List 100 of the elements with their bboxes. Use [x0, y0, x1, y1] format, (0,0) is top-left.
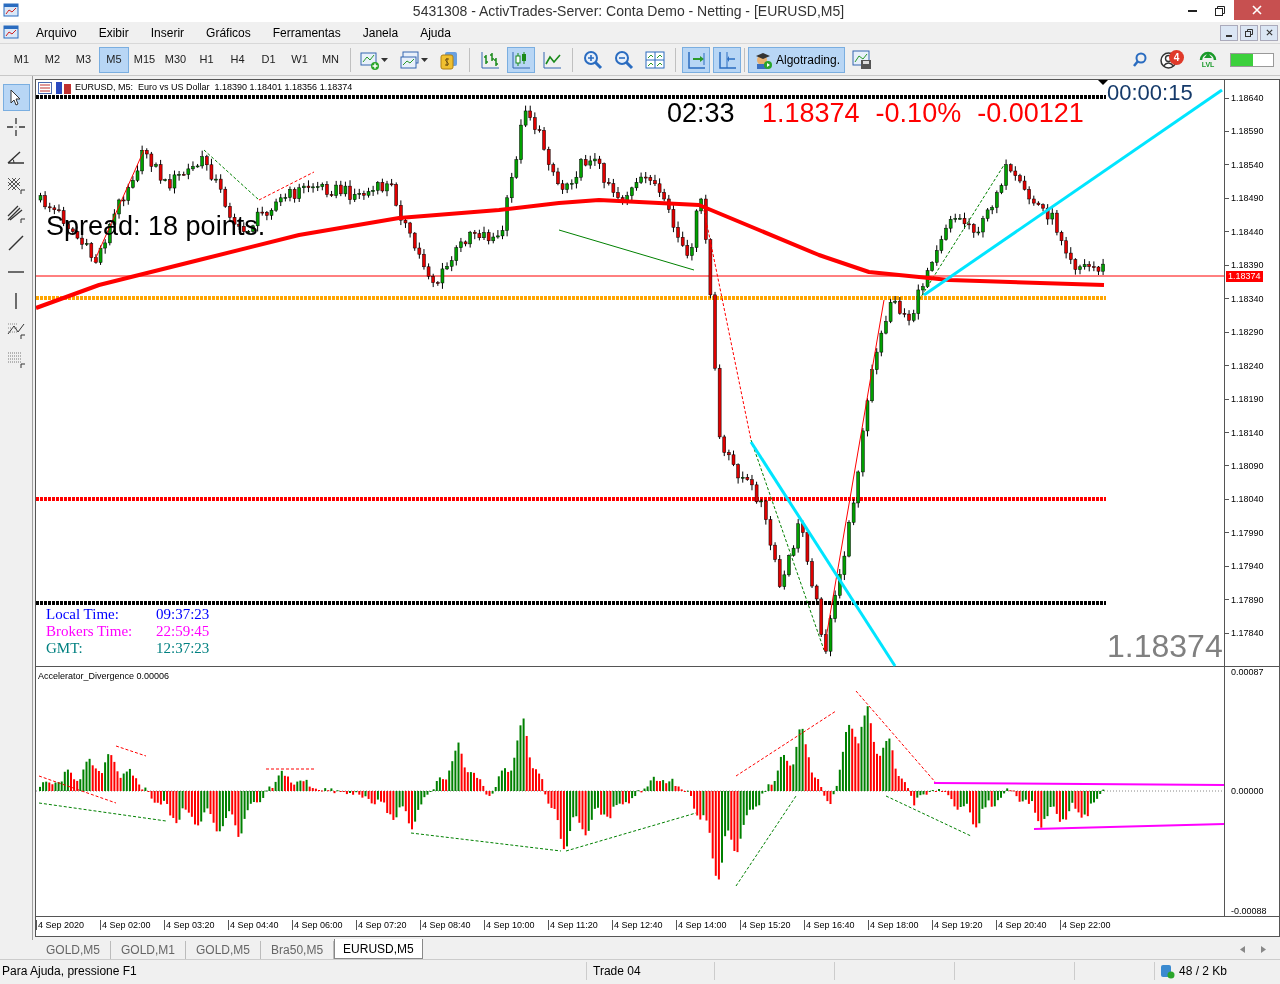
- price-axis-label: 1.17940: [1231, 561, 1264, 572]
- candle-countdown-text: 02:33: [667, 98, 735, 128]
- menu-item[interactable]: Ajuda: [409, 23, 462, 42]
- timer-text: 00:00:15: [1107, 81, 1193, 105]
- connection-meter: [1230, 52, 1274, 67]
- timeframe-button[interactable]: MN: [315, 46, 346, 73]
- chart-shift-button[interactable]: [713, 46, 741, 73]
- price-axis-label: 1.18090: [1231, 460, 1264, 471]
- timeframe-button[interactable]: M3: [68, 46, 99, 73]
- autoscroll-icon: [686, 49, 706, 70]
- menu-item[interactable]: Janela: [351, 23, 410, 42]
- chart-tab[interactable]: GOLD,M1: [111, 941, 187, 959]
- chart-save-icon: [852, 49, 873, 70]
- timeframe-button[interactable]: H4: [222, 46, 253, 73]
- time-axis-label: 4 Sep 10:00: [484, 920, 535, 930]
- dropdown-caret-icon: [421, 57, 428, 62]
- shift-marker-icon: [1098, 80, 1108, 85]
- search-icon[interactable]: [1132, 51, 1148, 68]
- clock-value: 12:37:23: [156, 640, 210, 657]
- time-axis-label: 4 Sep 07:20: [356, 920, 407, 930]
- bar-chart-icon: [480, 49, 500, 70]
- menu-item[interactable]: Gráficos: [195, 23, 262, 42]
- minimize-icon: [1226, 34, 1232, 37]
- time-axis-label: 4 Sep 04:40: [228, 920, 279, 930]
- menu-item[interactable]: Inserir: [139, 23, 196, 42]
- restore-chart-button[interactable]: [1240, 24, 1258, 41]
- minimize-chart-button[interactable]: [1220, 24, 1238, 41]
- time-axis-label: 4 Sep 16:40: [804, 920, 855, 930]
- price-axis-label: 1.18240: [1231, 360, 1264, 371]
- price-axis-label: 1.18590: [1231, 126, 1264, 137]
- indicator-title: Accelerator_Divergence 0.00006: [38, 670, 170, 683]
- timeframe-button[interactable]: H1: [191, 46, 222, 73]
- close-chart-button[interactable]: [1260, 24, 1278, 41]
- current-price-label: 1.18374: [1226, 271, 1263, 282]
- timeframe-button[interactable]: D1: [253, 46, 284, 73]
- timeframe-button[interactable]: W1: [284, 46, 315, 73]
- price-change-value: 1.18374: [762, 98, 860, 128]
- time-axis-label: 4 Sep 18:00: [868, 920, 919, 930]
- menu-item[interactable]: Exibir: [87, 23, 140, 42]
- clock-label: Brokers Time:: [46, 623, 134, 640]
- crosshair-icon: [6, 116, 26, 137]
- close-icon: [1265, 29, 1273, 36]
- price-change-value: -0.00121: [977, 98, 1084, 128]
- time-axis-label: 4 Sep 15:20: [740, 920, 791, 930]
- traffic-counter: 48 / 2 Kb: [1179, 963, 1228, 980]
- price-axis-label: 1.18490: [1231, 193, 1264, 204]
- close-icon: [1252, 5, 1262, 15]
- price-axis-label: 1.18390: [1231, 260, 1264, 271]
- indicator-axis-label: 0.00000: [1231, 786, 1264, 796]
- menu-item[interactable]: Arquivo: [25, 23, 88, 42]
- tile-windows-icon: [645, 49, 665, 70]
- timeframe-button[interactable]: M15: [129, 46, 160, 73]
- cursor-tool-button[interactable]: [2, 84, 30, 111]
- scroll-right-icon[interactable]: [1261, 946, 1266, 953]
- line-chart-icon: [542, 49, 562, 70]
- chart-window-icon: [3, 24, 19, 41]
- chart-tab[interactable]: GOLD,M5: [36, 941, 111, 959]
- trade-levels-icon: [56, 81, 71, 94]
- price-axis-label: 1.18640: [1231, 93, 1264, 103]
- clock-label: Local Time:: [46, 606, 120, 623]
- timeframe-button[interactable]: M2: [37, 46, 68, 73]
- chart-tab[interactable]: EURUSD,M5: [334, 939, 423, 959]
- zoom-in-icon: [583, 49, 603, 70]
- window-title: 5431308 - ActivTrades-Server: Conta Demo - Netting - [EURUSD,M5]: [412, 1, 845, 21]
- price-axis-label: 1.17840: [1231, 628, 1264, 639]
- chart-header-text: EURUSD, M5: Euro vs US Dollar 1.18390 1.18401 1.18356 1.18374: [75, 81, 353, 94]
- chart-shift-icon: [717, 49, 737, 70]
- database-icon: [1159, 963, 1175, 979]
- timeframe-button[interactable]: M5: [99, 46, 129, 73]
- scroll-left-icon[interactable]: [1240, 946, 1245, 953]
- horizontal-line-icon: [8, 270, 24, 273]
- candlestick-icon: [511, 49, 531, 70]
- app-icon: [3, 3, 19, 19]
- zoom-out-icon: [614, 49, 634, 70]
- time-axis-label: 4 Sep 20:40: [996, 920, 1047, 930]
- autoscroll-button[interactable]: [682, 46, 710, 73]
- dropdown-caret-icon: [381, 57, 388, 62]
- time-axis-label: 4 Sep 22:00: [1060, 920, 1111, 930]
- status-help-text: Para Ajuda, pressione F1: [0, 962, 587, 980]
- minimize-icon: [1187, 10, 1197, 12]
- time-axis-label: 4 Sep 02:00: [100, 920, 151, 930]
- algotrading-button[interactable]: Algotrading.: [748, 46, 846, 73]
- pitchfork-icon: [6, 203, 26, 224]
- coin-icon: [439, 49, 459, 70]
- menu-item[interactable]: Ferramentas: [261, 23, 352, 42]
- price-axis-label: 1.18290: [1231, 327, 1264, 338]
- price-axis-label: 1.17990: [1231, 527, 1264, 538]
- chart-tab[interactable]: GOLD,M5: [186, 941, 262, 959]
- restore-icon: [1215, 6, 1225, 16]
- clock-label: GMT:: [46, 640, 84, 657]
- price-axis-label: 1.18190: [1231, 394, 1264, 405]
- timeframe-button[interactable]: M1: [6, 46, 37, 73]
- timeframe-button[interactable]: M30: [160, 46, 191, 73]
- notification-badge: 4: [1169, 49, 1184, 65]
- price-axis-label: 1.17890: [1231, 594, 1264, 605]
- arrow-up-icon: [1199, 51, 1217, 61]
- clock-value: 09:37:23: [156, 606, 210, 623]
- time-axis-label: 4 Sep 2020: [36, 920, 85, 930]
- candlestick-button[interactable]: [507, 46, 535, 73]
- bid-price-text: 1.18374: [1107, 629, 1223, 663]
